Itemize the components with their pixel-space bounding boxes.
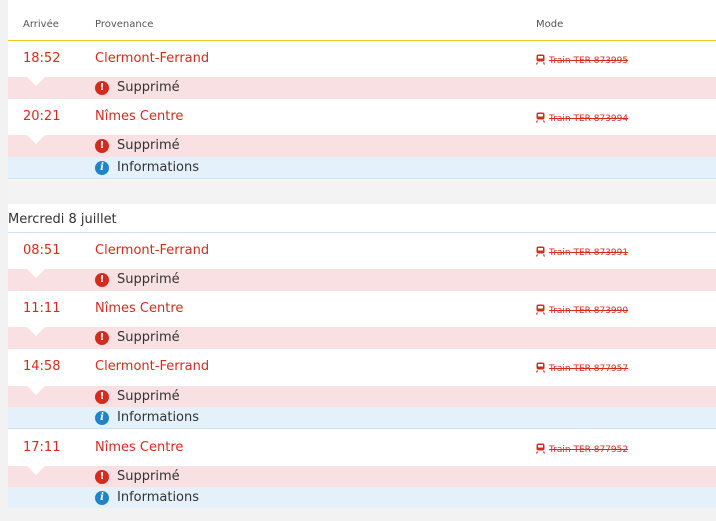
day-label: Mercredi 8 juillet bbox=[8, 212, 117, 227]
train-icon bbox=[536, 246, 545, 257]
train-icon bbox=[536, 443, 545, 454]
column-mode: Mode bbox=[536, 19, 564, 30]
status-text: Supprimé bbox=[117, 138, 180, 153]
row-pointer bbox=[27, 135, 45, 144]
trip-row[interactable]: 11:11 Nîmes Centre Train TER 873990 bbox=[8, 291, 716, 327]
column-arrival: Arrivée bbox=[23, 19, 59, 30]
status-notice: ! Supprimé bbox=[8, 466, 716, 488]
trip-mode-label: Train TER 877957 bbox=[549, 364, 629, 374]
trip-origin: Nîmes Centre bbox=[95, 301, 184, 316]
info-icon: i bbox=[95, 161, 109, 175]
train-icon bbox=[536, 112, 545, 123]
trip-origin: Nîmes Centre bbox=[95, 440, 184, 455]
trip-row[interactable]: 20:21 Nîmes Centre Train TER 873994 bbox=[8, 99, 716, 135]
info-icon: i bbox=[95, 491, 109, 505]
table-header: Arrivée Provenance Mode bbox=[8, 0, 716, 41]
info-text[interactable]: Informations bbox=[117, 410, 199, 425]
info-notice[interactable]: i Informations bbox=[8, 487, 716, 508]
trip-origin: Nîmes Centre bbox=[95, 109, 184, 124]
column-origin: Provenance bbox=[95, 19, 154, 30]
status-notice: ! Supprimé bbox=[8, 269, 716, 291]
alert-icon: ! bbox=[95, 139, 109, 153]
trip-mode[interactable]: Train TER 877952 bbox=[536, 443, 628, 455]
trip-row[interactable]: 08:51 Clermont-Ferrand Train TER 873991 bbox=[8, 233, 716, 269]
trip-mode[interactable]: Train TER 877957 bbox=[536, 362, 628, 374]
trip-time: 14:58 bbox=[23, 359, 61, 374]
row-pointer bbox=[27, 386, 45, 395]
arrivals-board: Arrivée Provenance Mode 18:52 Clermont-F… bbox=[8, 0, 716, 508]
trip-mode-label: Train TER 873990 bbox=[549, 306, 629, 316]
status-text: Supprimé bbox=[117, 469, 180, 484]
info-notice[interactable]: i Informations bbox=[8, 157, 716, 179]
trip-mode[interactable]: Train TER 873990 bbox=[536, 304, 628, 316]
trip-time: 11:11 bbox=[23, 301, 61, 316]
trip-time: 18:52 bbox=[23, 51, 61, 66]
status-notice: ! Supprimé bbox=[8, 135, 716, 157]
trip-mode[interactable]: Train TER 873995 bbox=[536, 54, 628, 66]
trip-time: 08:51 bbox=[23, 243, 61, 258]
status-notice: ! Supprimé bbox=[8, 77, 716, 99]
trip-mode[interactable]: Train TER 873994 bbox=[536, 112, 628, 124]
alert-icon: ! bbox=[95, 331, 109, 345]
info-text[interactable]: Informations bbox=[117, 490, 199, 505]
alert-icon: ! bbox=[95, 81, 109, 95]
alert-icon: ! bbox=[95, 273, 109, 287]
trip-row[interactable]: 14:58 Clermont-Ferrand Train TER 877957 bbox=[8, 349, 716, 385]
trip-mode-label: Train TER 873994 bbox=[549, 114, 629, 124]
train-icon bbox=[536, 362, 545, 373]
status-text: Supprimé bbox=[117, 389, 180, 404]
info-text[interactable]: Informations bbox=[117, 160, 199, 175]
status-text: Supprimé bbox=[117, 272, 180, 287]
status-text: Supprimé bbox=[117, 80, 180, 95]
trip-mode-label: Train TER 873995 bbox=[549, 56, 629, 66]
trip-row[interactable]: 17:11 Nîmes Centre Train TER 877952 bbox=[8, 430, 716, 466]
trip-time: 20:21 bbox=[23, 109, 61, 124]
alert-icon: ! bbox=[95, 470, 109, 484]
trip-mode[interactable]: Train TER 873991 bbox=[536, 246, 628, 258]
trip-mode-label: Train TER 877952 bbox=[549, 445, 629, 455]
section-spacer bbox=[8, 180, 716, 204]
status-text: Supprimé bbox=[117, 330, 180, 345]
info-notice[interactable]: i Informations bbox=[8, 407, 716, 429]
status-notice: ! Supprimé bbox=[8, 327, 716, 349]
trip-time: 17:11 bbox=[23, 440, 61, 455]
row-pointer bbox=[27, 466, 45, 475]
trip-mode-label: Train TER 873991 bbox=[549, 248, 629, 258]
trip-origin: Clermont-Ferrand bbox=[95, 51, 210, 66]
row-pointer bbox=[27, 269, 45, 278]
row-pointer bbox=[27, 327, 45, 336]
row-pointer bbox=[27, 77, 45, 86]
status-notice: ! Supprimé bbox=[8, 386, 716, 408]
trip-row[interactable]: 18:52 Clermont-Ferrand Train TER 873995 bbox=[8, 41, 716, 77]
trip-origin: Clermont-Ferrand bbox=[95, 243, 210, 258]
train-icon bbox=[536, 54, 545, 65]
alert-icon: ! bbox=[95, 390, 109, 404]
info-icon: i bbox=[95, 411, 109, 425]
trip-origin: Clermont-Ferrand bbox=[95, 359, 210, 374]
train-icon bbox=[536, 304, 545, 315]
day-separator: Mercredi 8 juillet bbox=[8, 204, 716, 233]
